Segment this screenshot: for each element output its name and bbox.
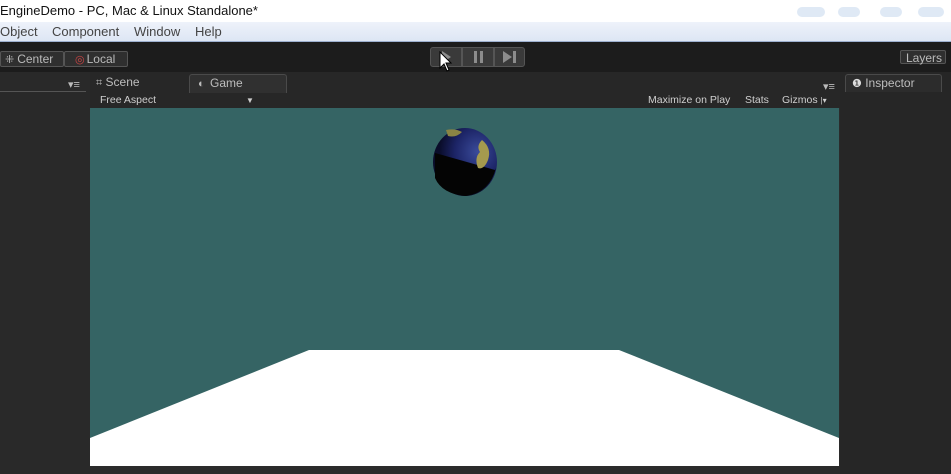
minimize-button[interactable]: [797, 7, 825, 17]
inspector-tab-content: ❶ Inspector: [852, 75, 915, 91]
pivot-label: Center: [17, 52, 54, 66]
stats-toggle[interactable]: Stats: [745, 94, 769, 106]
layers-dropdown[interactable]: Layers: [900, 50, 946, 65]
pivot-center-button[interactable]: ⁜ Center: [0, 51, 64, 67]
pivot-icon: ⁜: [5, 54, 15, 66]
pause-button[interactable]: [462, 47, 494, 67]
floor-plane: [90, 350, 839, 466]
menu-object[interactable]: Object: [0, 24, 38, 39]
panel-menu-icon[interactable]: ▾≡: [68, 78, 80, 91]
chevron-down-icon: |▾: [820, 96, 827, 105]
gizmos-label: Gizmos: [782, 94, 818, 106]
step-icon: [503, 51, 516, 63]
menu-component[interactable]: Component: [52, 24, 119, 39]
game-viewport[interactable]: [90, 108, 839, 466]
restore-button[interactable]: [880, 7, 902, 17]
hierarchy-panel: [0, 72, 90, 474]
aspect-label: Free Aspect: [100, 94, 157, 106]
tab-scene[interactable]: ⌗ Scene: [96, 74, 140, 90]
game-controller-icon: ◐: [198, 78, 205, 90]
tab-game-content: ◐ Game: [198, 75, 243, 91]
inspector-label: Inspector: [865, 76, 915, 90]
menu-window[interactable]: Window: [134, 24, 180, 39]
space-label: Local: [86, 52, 116, 66]
close-button[interactable]: [918, 7, 944, 17]
info-icon: ❶: [852, 78, 862, 90]
window-title: EngineDemo - PC, Mac & Linux Standalone*: [0, 3, 258, 18]
inspector-panel: [840, 72, 951, 474]
chevron-down-icon: ▼: [246, 96, 254, 105]
game-scene: [90, 128, 839, 466]
tab-game-label: Game: [210, 76, 243, 90]
maximize-on-play-toggle[interactable]: Maximize on Play: [648, 94, 730, 106]
aspect-dropdown[interactable]: Free Aspect: [100, 94, 156, 106]
panel-menu-icon[interactable]: ▾≡: [823, 80, 835, 93]
tab-scene-label: Scene: [105, 75, 140, 89]
space-local-button[interactable]: ◎ Local: [64, 51, 128, 67]
pause-icon: [474, 51, 483, 63]
step-button[interactable]: [494, 47, 525, 67]
gizmos-dropdown[interactable]: Gizmos |▾: [782, 94, 827, 106]
mouse-cursor-icon: [439, 51, 453, 72]
scene-grid-icon: ⌗: [96, 77, 103, 89]
local-space-icon: ◎: [75, 54, 85, 66]
maximize-button[interactable]: [838, 7, 860, 17]
menu-help[interactable]: Help: [195, 24, 222, 39]
